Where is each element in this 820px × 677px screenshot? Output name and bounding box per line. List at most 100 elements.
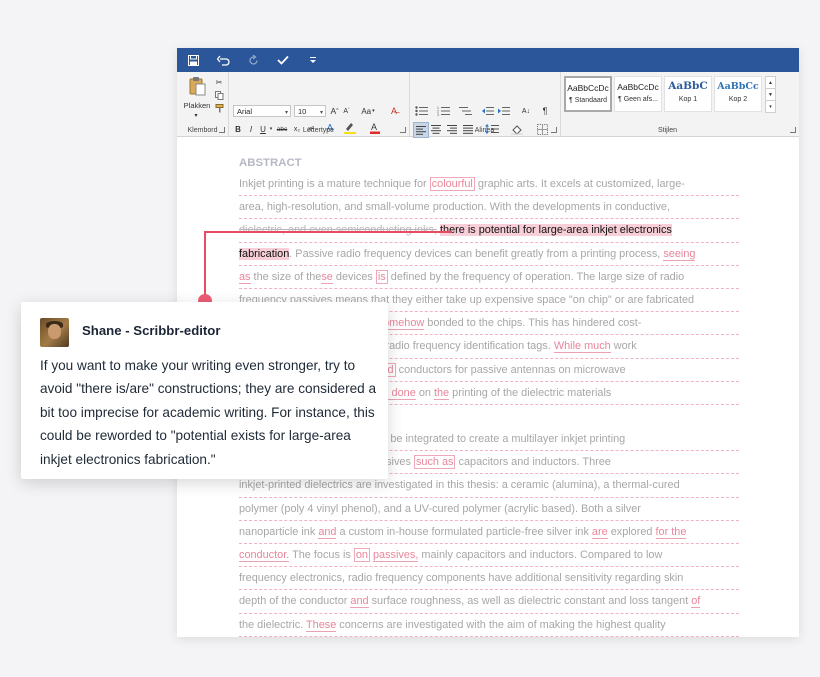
document-line: depth of the conductor and surface rough…	[239, 590, 739, 614]
text-run: area, high-resolution, and small-volume …	[239, 201, 671, 214]
flagged-text[interactable]: of	[691, 595, 701, 609]
style-kop-1[interactable]: AaBbC Kop 1	[664, 76, 712, 112]
document-line: the dielectric. These concerns are inves…	[239, 614, 739, 637]
flagged-text[interactable]: as	[239, 270, 251, 284]
document-line: Inkjet printing is a mature technique fo…	[239, 173, 739, 197]
comment-text: If you want to make your writing even st…	[40, 358, 377, 467]
clipboard-launcher-icon[interactable]	[219, 127, 225, 133]
flagged-text[interactable]: on	[353, 548, 370, 562]
show-marks-icon[interactable]: ¶	[539, 104, 551, 118]
comment-author: Shane - Scribbr-editor	[82, 323, 221, 338]
customize-icon[interactable]	[305, 52, 321, 68]
text-run: printing of the dielectric materials	[449, 386, 612, 399]
change-case-button[interactable]: Aa ▾	[358, 104, 378, 118]
flagged-text[interactable]: there is potential for large-area inkjet…	[439, 224, 672, 237]
text-run: concerns are investigated with the aim o…	[336, 618, 666, 631]
flagged-text[interactable]: fabrication	[239, 247, 290, 260]
paragraph-group-label: Alinea	[474, 127, 495, 134]
style-kop-2[interactable]: AaBbCc Kop 2	[714, 76, 762, 112]
style-geen-afstand[interactable]: AaBbCcDc ¶ Geen afs...	[614, 76, 662, 112]
flagged-text[interactable]: conductor.	[239, 549, 290, 562]
flagged-text[interactable]: such as	[413, 455, 456, 470]
text-run: The focus is	[289, 549, 354, 561]
font-group-label: Lettertype	[302, 127, 335, 134]
grow-font-icon[interactable]: A ^	[329, 104, 340, 118]
font-group: Arial ▾ 10 ▾ A ^ Aˇ Aa ▾ A̶ B I U ▾ abc x₂ x…	[228, 72, 410, 136]
font-launcher-icon[interactable]	[400, 127, 406, 133]
style-name: ¶ Standaard	[568, 97, 607, 104]
paragraph-group: 123 A↓ ¶ Alinea	[409, 72, 561, 138]
text-run: depth of the conductor	[239, 595, 351, 608]
sort-icon[interactable]: A↓	[519, 104, 533, 118]
text-run: . Passive radio frequency devices can be…	[289, 247, 664, 260]
avatar	[40, 318, 69, 347]
font-name-select[interactable]: Arial ▾	[233, 105, 291, 117]
text-run: capacitors and inductors. Three	[455, 456, 611, 469]
styles-group: AaBbCcDc ¶ Standaard AaBbCcDc ¶ Geen afs…	[560, 72, 799, 136]
text-run: devices	[332, 270, 376, 283]
increase-indent-icon[interactable]	[497, 104, 511, 118]
flagged-text[interactable]: seeing	[663, 247, 696, 261]
decrease-indent-icon[interactable]	[481, 104, 495, 118]
text-run: the dielectric.	[239, 618, 306, 631]
flagged-text[interactable]: colourful	[429, 177, 475, 191]
flagged-text[interactable]: and	[350, 595, 369, 609]
quick-access-toolbar	[177, 48, 799, 72]
paragraph-launcher-icon[interactable]	[551, 127, 557, 133]
multilevel-list-icon[interactable]	[457, 104, 473, 118]
text-run: defined by the frequency of operation. T…	[387, 270, 685, 283]
text-run: work	[610, 340, 637, 353]
document-heading: ABSTRACT	[239, 157, 302, 169]
text-run: inkjet-printed dielectrics are investiga…	[239, 479, 680, 492]
document-line: polymer (poly 4 vinyl phenol), and a UV-…	[239, 498, 739, 521]
font-name-value: Arial	[237, 106, 253, 116]
flagged-text[interactable]: is	[375, 269, 388, 284]
change-case-label: Aa	[361, 106, 372, 116]
flagged-text[interactable]: se	[321, 270, 333, 284]
comment-card[interactable]: Shane - Scribbr-editor If you want to ma…	[21, 302, 388, 479]
clipboard-group: Plakken ▾ ✂ Klembord	[177, 72, 229, 136]
text-run: nanoparticle ink	[239, 525, 319, 538]
text-run: polymer (poly 4 vinyl phenol), and a UV-…	[239, 502, 641, 515]
document-line: as the size of these devices is defined …	[239, 266, 739, 289]
text-run: surface roughness, as well as dielectric…	[368, 595, 692, 608]
style-name: Kop 1	[678, 96, 698, 103]
flagged-text[interactable]: passives,	[373, 549, 419, 562]
style-sample: AaBbCc	[717, 81, 759, 92]
undo-icon[interactable]	[215, 52, 231, 68]
paste-dropdown-icon[interactable]: ▾	[190, 108, 202, 122]
font-size-value: 10	[298, 106, 307, 116]
flagged-text[interactable]: are	[591, 525, 608, 539]
flagged-text[interactable]: While much	[553, 340, 611, 354]
checkmark-icon[interactable]	[275, 52, 291, 68]
document-line: fabrication. Passive radio frequency dev…	[239, 243, 739, 266]
flagged-text[interactable]: the	[433, 386, 450, 400]
flagged-text[interactable]: These	[306, 618, 337, 632]
bullets-icon[interactable]	[413, 104, 429, 118]
style-standaard[interactable]: AaBbCcDc ¶ Standaard	[564, 76, 612, 112]
styles-more-icon[interactable]: ▾	[765, 100, 776, 113]
document-line: nanoparticle ink and a custom in-house f…	[239, 521, 739, 544]
redo-icon[interactable]	[245, 52, 261, 68]
text-run: graphic arts. It excels at customized, l…	[474, 178, 685, 190]
font-size-select[interactable]: 10 ▾	[294, 105, 326, 117]
styles-launcher-icon[interactable]	[790, 127, 796, 133]
text-run: bonded to the chips. This has hindered c…	[424, 317, 642, 330]
comment-connector-line	[204, 231, 452, 233]
text-run: conductors for passive antennas on micro…	[395, 363, 626, 376]
chevron-down-icon: ▾	[319, 110, 323, 116]
shrink-font-icon[interactable]: Aˇ	[341, 104, 352, 118]
format-painter-icon[interactable]	[214, 101, 224, 115]
flagged-text[interactable]: for the	[655, 525, 687, 539]
avatar-face	[48, 324, 61, 339]
flagged-text[interactable]: and	[318, 525, 337, 539]
comment-connector-line	[204, 232, 206, 300]
cut-icon[interactable]: ✂	[214, 75, 224, 89]
save-icon[interactable]	[185, 52, 201, 68]
style-sample: AaBbCcDc	[567, 83, 609, 93]
numbering-icon[interactable]: 123	[435, 104, 451, 118]
paste-icon[interactable]	[187, 76, 207, 96]
document-line: frequency electronics, radio frequency c…	[239, 567, 739, 591]
clear-formatting-icon[interactable]: A̶	[388, 104, 400, 118]
copy-icon[interactable]	[214, 88, 224, 102]
